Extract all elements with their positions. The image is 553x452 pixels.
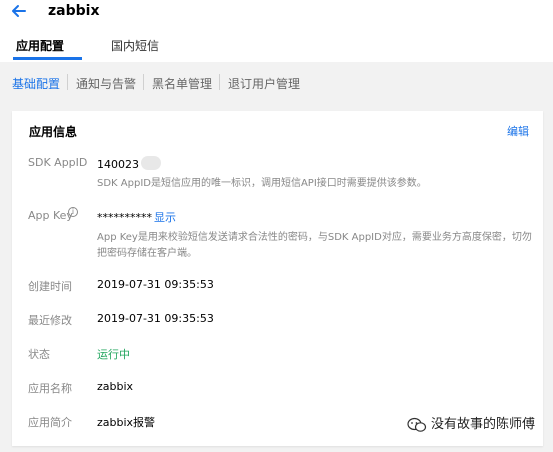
app-name-value: zabbix (97, 380, 134, 393)
tab-domestic-sms[interactable]: 国内短信 (111, 37, 159, 54)
subnav-basic-config[interactable]: 基础配置 (12, 75, 60, 92)
app-key-label: App Key (28, 209, 73, 222)
created-time-value: 2019-07-31 09:35:53 (97, 278, 214, 291)
divider (143, 74, 144, 90)
created-time-label: 创建时间 (28, 280, 72, 293)
app-info-card: 应用信息 编辑 SDK AppID 140023 SDK AppID是短信应用的… (12, 111, 543, 446)
info-icon[interactable]: i (68, 207, 78, 217)
top-bar: zabbix 应用配置 国内短信 (0, 0, 553, 62)
divider (67, 74, 68, 90)
app-title: zabbix (48, 3, 100, 19)
modified-time-label: 最近修改 (28, 314, 72, 327)
app-desc-label: 应用简介 (28, 416, 72, 429)
tab-app-config[interactable]: 应用配置 (16, 37, 64, 54)
back-arrow-icon[interactable] (10, 2, 28, 20)
redacted-blur (141, 156, 161, 170)
status-label: 状态 (28, 348, 50, 361)
divider (219, 74, 220, 90)
app-key-hint: App Key是用来校验短信发送请求合法性的密码，与SDK AppID对应，需要… (97, 232, 532, 259)
subnav-notifications[interactable]: 通知与告警 (76, 75, 136, 92)
app-name-label: 应用名称 (28, 382, 72, 395)
sdk-appid-value: 140023 (97, 156, 161, 171)
sdk-appid-hint: SDK AppID是短信应用的唯一标识，调用短信API接口时需要提供该参数。 (97, 178, 427, 189)
wechat-logo-icon (407, 417, 427, 433)
app-key-value: ********** 显示 (97, 211, 176, 224)
sdk-appid-label: SDK AppID (28, 156, 88, 169)
sub-navigation: 基础配置 通知与告警 黑名单管理 退订用户管理 (0, 72, 553, 94)
show-key-link[interactable]: 显示 (154, 211, 176, 224)
modified-time-value: 2019-07-31 09:35:53 (97, 312, 214, 325)
active-tab-underline (13, 57, 82, 60)
edit-link[interactable]: 编辑 (507, 123, 529, 139)
watermark-text: 没有故事的陈师傅 (431, 417, 536, 432)
subnav-unsubscribed-users[interactable]: 退订用户管理 (228, 75, 300, 92)
subnav-blacklist[interactable]: 黑名单管理 (152, 75, 212, 92)
status-badge: 运行中 (97, 348, 130, 361)
card-title: 应用信息 (29, 125, 78, 139)
app-desc-value: zabbix报警 (97, 416, 156, 429)
